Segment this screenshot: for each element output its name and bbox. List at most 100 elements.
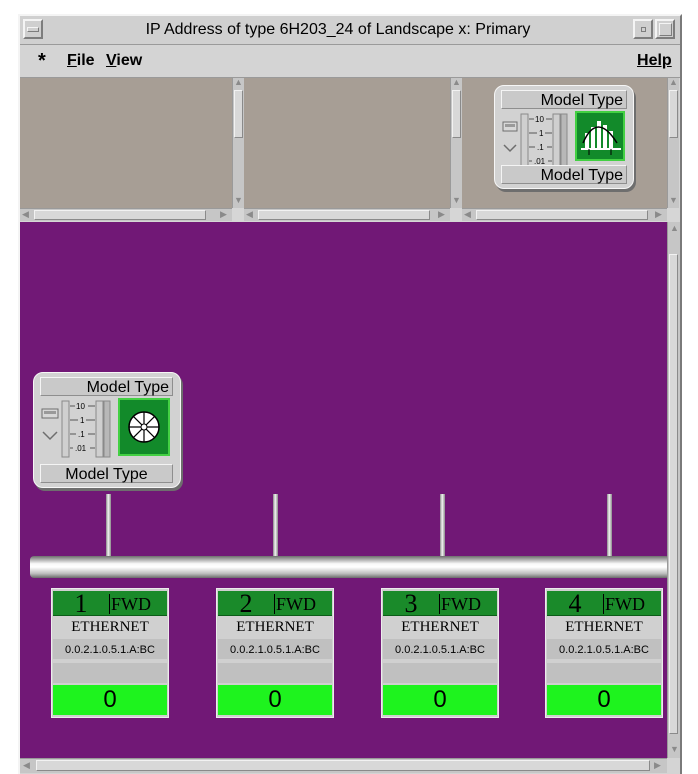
middle-pane-vscroll-thumb[interactable] xyxy=(452,90,461,138)
right-pane-vscroll[interactable]: ▲ ▼ xyxy=(667,78,679,208)
network-bus xyxy=(30,556,670,578)
window-menu-icon xyxy=(27,27,39,32)
minimize-button[interactable] xyxy=(633,19,653,39)
top-model-type-icon[interactable]: Model Type 10 1 .1 .01 Model Type xyxy=(494,85,634,189)
menu-help-label: elp xyxy=(648,52,672,69)
scroll-up-icon[interactable]: ▲ xyxy=(670,224,679,233)
scroll-down-icon[interactable]: ▼ xyxy=(669,196,678,205)
port-counter: 0 xyxy=(218,685,332,715)
menu-bar: * File View Help xyxy=(20,45,680,78)
right-pane-vscroll-thumb[interactable] xyxy=(669,90,678,138)
main-model-type-sublabel: Model Type xyxy=(40,464,173,483)
scroll-right-icon[interactable]: ▶ xyxy=(220,210,227,219)
window-title: IP Address of type 6H203_24 of Landscape… xyxy=(145,21,531,38)
scroll-right-icon[interactable]: ▶ xyxy=(654,761,661,770)
port-blank-row xyxy=(218,663,332,683)
port-number: 4 xyxy=(568,589,582,618)
port-status-bar: 3 FWD xyxy=(383,589,497,618)
canvas-hscroll[interactable]: ◀ ▶ xyxy=(20,758,667,773)
port-card[interactable]: 4 FWD ETHERNET 0.0.2.1.0.5.1.A:BC 0 xyxy=(545,588,663,718)
maximize-icon xyxy=(659,23,672,36)
wheel-graphic xyxy=(128,411,160,443)
left-pane-hscroll[interactable]: ◀ ▶ xyxy=(20,208,232,221)
port-address: 0.0.2.1.0.5.1.A:BC xyxy=(65,644,155,656)
top-panes: ▲ ▼ ◀ ▶ ▲ ▼ ◀ ▶ ▲ ▼ ◀ ▶ Model Type 10 1 … xyxy=(20,78,680,222)
connector-pole xyxy=(607,494,612,558)
middle-pane-vscroll[interactable]: ▲ ▼ xyxy=(450,78,462,208)
port-divider xyxy=(439,594,440,614)
scroll-up-icon[interactable]: ▲ xyxy=(669,78,678,87)
scroll-left-icon[interactable]: ◀ xyxy=(22,210,29,219)
scroll-up-icon[interactable]: ▲ xyxy=(234,78,243,87)
port-address: 0.0.2.1.0.5.1.A:BC xyxy=(559,644,649,656)
menu-file-mnemonic: F xyxy=(67,52,77,69)
port-divider xyxy=(274,594,275,614)
canvas-vscroll-thumb[interactable] xyxy=(669,254,678,734)
scroll-up-icon[interactable]: ▲ xyxy=(452,78,461,87)
menu-help[interactable]: Help xyxy=(637,52,672,70)
window-menu-button[interactable] xyxy=(23,19,43,39)
port-status: FWD xyxy=(111,594,151,614)
main-model-type-label: Model Type xyxy=(40,377,173,396)
port-type: ETHERNET xyxy=(401,619,479,635)
menu-star[interactable]: * xyxy=(38,50,46,73)
minimize-icon xyxy=(641,27,646,32)
menu-view-mnemonic: V xyxy=(106,52,117,69)
scroll-left-icon[interactable]: ◀ xyxy=(246,210,253,219)
canvas-vscroll[interactable]: ▲ ▼ xyxy=(667,222,680,758)
port-address: 0.0.2.1.0.5.1.A:BC xyxy=(230,644,320,656)
port-card[interactable]: 3 FWD ETHERNET 0.0.2.1.0.5.1.A:BC 0 xyxy=(381,588,499,718)
main-model-type-icon[interactable]: Model Type 10 1 .1 .01 Model Type xyxy=(33,372,181,488)
port-status: FWD xyxy=(441,594,481,614)
maximize-button[interactable] xyxy=(655,19,675,39)
port-blank-row xyxy=(383,663,497,683)
middle-pane xyxy=(244,78,450,208)
scroll-left-icon[interactable]: ◀ xyxy=(23,761,30,770)
main-scale-10: 10 xyxy=(76,402,85,411)
scroll-left-icon[interactable]: ◀ xyxy=(464,210,471,219)
port-type: ETHERNET xyxy=(71,619,149,635)
middle-pane-hscroll-thumb[interactable] xyxy=(258,210,430,220)
menu-file[interactable]: File xyxy=(67,52,95,70)
bar-chart-icon xyxy=(575,111,625,161)
middle-pane-hscroll[interactable]: ◀ ▶ xyxy=(244,208,450,221)
port-blank-row xyxy=(53,663,167,683)
right-pane-hscroll-thumb[interactable] xyxy=(476,210,648,220)
port-blank-row xyxy=(547,663,661,683)
scroll-right-icon[interactable]: ▶ xyxy=(655,210,662,219)
port-divider xyxy=(109,594,110,614)
port-card[interactable]: 1 FWD ETHERNET 0.0.2.1.0.5.1.A:BC 0 xyxy=(51,588,169,718)
top-scale-10: 10 xyxy=(535,115,544,124)
menu-view-label: iew xyxy=(116,52,143,69)
left-pane xyxy=(20,78,232,208)
port-status: FWD xyxy=(276,594,316,614)
left-pane-hscroll-thumb[interactable] xyxy=(34,210,206,220)
port-type: ETHERNET xyxy=(236,619,314,635)
main-scale-0-01: .01 xyxy=(75,444,87,453)
title-bar[interactable]: IP Address of type 6H203_24 of Landscape… xyxy=(20,16,680,45)
left-pane-vscroll[interactable]: ▲ ▼ xyxy=(232,78,244,208)
app-window: IP Address of type 6H203_24 of Landscape… xyxy=(18,14,682,774)
menu-file-label: ile xyxy=(76,52,95,69)
scroll-down-icon[interactable]: ▼ xyxy=(670,745,679,754)
network-canvas[interactable]: Model Type 10 1 .1 .01 Model Type 1 FWD … xyxy=(20,222,670,758)
menu-help-mnemonic: H xyxy=(637,52,649,69)
port-card[interactable]: 2 FWD ETHERNET 0.0.2.1.0.5.1.A:BC 0 xyxy=(216,588,334,718)
port-number: 3 xyxy=(404,589,418,618)
scroll-down-icon[interactable]: ▼ xyxy=(452,196,461,205)
canvas-hscroll-thumb[interactable] xyxy=(36,760,650,771)
port-status-bar: 4 FWD xyxy=(547,589,661,618)
top-model-type-sublabel: Model Type xyxy=(501,165,627,184)
scroll-right-icon[interactable]: ▶ xyxy=(438,210,445,219)
port-counter: 0 xyxy=(547,685,661,715)
scroll-down-icon[interactable]: ▼ xyxy=(234,196,243,205)
bar-chart-graphic xyxy=(581,121,621,155)
right-pane-hscroll[interactable]: ◀ ▶ xyxy=(462,208,667,221)
port-divider xyxy=(603,594,604,614)
port-type: ETHERNET xyxy=(565,619,643,635)
menu-view[interactable]: View xyxy=(106,52,142,70)
port-status-bar: 1 FWD xyxy=(53,589,167,618)
left-pane-vscroll-thumb[interactable] xyxy=(234,90,243,138)
wheel-icon xyxy=(118,398,170,456)
main-scale-0-1: .1 xyxy=(78,430,85,439)
